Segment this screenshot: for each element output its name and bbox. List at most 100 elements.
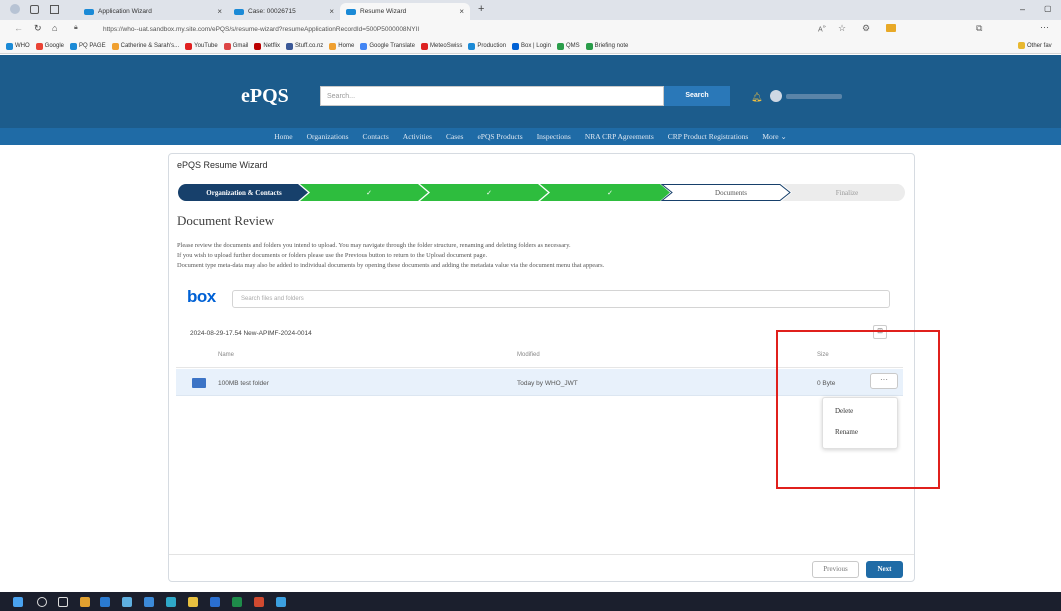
bookmark-item[interactable]: Gmail [223, 42, 248, 50]
nav-cases[interactable]: Cases [446, 132, 464, 141]
lock-icon: 🔒︎ [74, 24, 78, 31]
new-tab-button[interactable]: + [478, 3, 484, 15]
global-search-input[interactable]: Search... [320, 86, 664, 106]
step-label-organization: Organization & Contacts [206, 188, 282, 197]
minimize-icon[interactable]: – [1020, 4, 1025, 14]
bookmark-label: MeteoSwiss [430, 43, 463, 49]
bookmark-item[interactable]: QMS [556, 42, 580, 50]
bookmark-item[interactable]: Home [329, 42, 355, 50]
description-line: If you wish to upload further documents … [177, 252, 488, 259]
box-search-input[interactable]: Search files and folders [232, 290, 890, 308]
nav-organizations[interactable]: Organizations [307, 132, 349, 141]
bookmark-icon [223, 42, 231, 50]
app-icon[interactable] [144, 597, 154, 607]
bookmark-item[interactable]: WHO [6, 42, 30, 50]
nav-crp-product-registrations[interactable]: CRP Product Registrations [668, 132, 749, 141]
app-icon[interactable] [254, 597, 264, 607]
tab-application-wizard[interactable]: Application Wizard × [78, 3, 228, 20]
nav-inspections[interactable]: Inspections [537, 132, 571, 141]
outlook-icon[interactable] [210, 597, 220, 607]
bookmark-item[interactable]: MeteoSwiss [421, 42, 463, 50]
bookmark-icon [111, 42, 119, 50]
bookmark-item[interactable]: Netflix [254, 42, 281, 50]
folder-breadcrumb[interactable]: 2024-08-29-17.54 New-APIMF-2024-0014 [190, 330, 312, 337]
refresh-icon[interactable]: ↻ [34, 23, 42, 34]
url-field[interactable]: https://who--uat.sandbox.my.site.com/ePQ… [95, 23, 795, 36]
nav-epqs-products[interactable]: ePQS Products [477, 132, 522, 141]
footer-divider [169, 554, 914, 555]
app-icon[interactable] [100, 597, 110, 607]
close-tab-icon[interactable]: × [217, 7, 222, 16]
next-button[interactable]: Next [866, 561, 903, 578]
column-header-name[interactable]: Name [218, 352, 234, 358]
step-label-finalize: Finalize [835, 188, 859, 197]
previous-button[interactable]: Previous [812, 561, 859, 578]
file-explorer-icon[interactable] [188, 597, 198, 607]
epqs-logo[interactable]: ePQS [241, 85, 289, 108]
nav-nra-crp-agreements[interactable]: NRA CRP Agreements [585, 132, 654, 141]
close-tab-icon[interactable]: × [329, 7, 334, 16]
workspaces-icon[interactable] [30, 5, 39, 14]
bookmark-icon [70, 42, 78, 50]
read-aloud-icon[interactable]: A» [818, 24, 826, 33]
search-button[interactable]: Search [664, 86, 730, 106]
bookmark-item[interactable]: Google [35, 42, 65, 50]
bookmark-label: PQ PAGE [79, 43, 106, 49]
edge-icon[interactable] [166, 597, 176, 607]
excel-icon[interactable] [232, 597, 242, 607]
bookmark-item[interactable]: Production [468, 42, 506, 50]
bookmark-item[interactable]: PQ PAGE [70, 42, 106, 50]
task-view-icon[interactable] [58, 597, 68, 607]
bookmark-item[interactable]: Google Translate [360, 42, 415, 50]
bookmark-item[interactable]: Box | Login [512, 42, 551, 50]
bookmark-label: Google [44, 43, 65, 49]
start-icon[interactable] [13, 597, 23, 607]
back-icon[interactable]: ← [14, 23, 23, 33]
favorite-star-icon[interactable]: ☆ [838, 23, 846, 34]
salesforce-icon [234, 8, 244, 15]
bookmark-label: Home [338, 43, 355, 49]
nav-more[interactable]: More ⌄ [762, 132, 786, 141]
folder-icon [1018, 42, 1025, 49]
tab-case[interactable]: Case: 00026715 × [228, 3, 340, 20]
extensions-icon[interactable]: ⚙ [862, 23, 870, 34]
app-icon[interactable] [122, 597, 132, 607]
tab-actions-icon[interactable] [50, 5, 59, 14]
nav-home[interactable]: Home [274, 132, 292, 141]
nav-contacts[interactable]: Contacts [363, 132, 389, 141]
folder-extension-icon[interactable] [886, 24, 896, 32]
other-favorites[interactable]: Other fav [1018, 42, 1052, 49]
bookmark-label: YouTube [194, 43, 218, 49]
more-icon[interactable]: ··· [1040, 22, 1049, 32]
home-icon[interactable]: ⌂ [52, 23, 57, 33]
search-icon[interactable] [37, 597, 47, 607]
bookmark-icon [254, 42, 262, 50]
bookmark-icon [329, 42, 337, 50]
tab-resume-wizard[interactable]: Resume Wizard × [340, 3, 470, 20]
notification-bell-icon[interactable]: 🔔︎ [751, 92, 762, 103]
bookmark-item[interactable]: Briefing note [585, 42, 628, 50]
row-name[interactable]: 100MB test folder [218, 380, 269, 387]
user-avatar[interactable] [770, 90, 782, 102]
column-header-modified[interactable]: Modified [517, 352, 540, 358]
bookmark-item[interactable]: Stuff.co.nz [286, 42, 324, 50]
app-icon[interactable] [276, 597, 286, 607]
user-name-redacted[interactable] [786, 94, 842, 99]
check-icon: ✓ [607, 188, 613, 197]
window-icon[interactable]: ▢ [1044, 4, 1052, 13]
close-tab-icon[interactable]: × [459, 7, 464, 16]
bookmark-icon [185, 42, 193, 50]
bookmark-icon [35, 42, 43, 50]
bookmark-label: Box | Login [521, 43, 551, 49]
bookmark-label: Stuff.co.nz [295, 43, 324, 49]
app-icon[interactable] [80, 597, 90, 607]
bookmark-label: Catherine & Sarah's... [120, 43, 180, 49]
profile-icon[interactable] [10, 4, 20, 14]
bookmark-item[interactable]: YouTube [185, 42, 218, 50]
bookmark-icon [286, 42, 294, 50]
nav-activities[interactable]: Activities [403, 132, 432, 141]
collections-icon[interactable]: ⧉ [976, 23, 982, 34]
bookmark-label: Netflix [263, 43, 281, 49]
bookmark-item[interactable]: Catherine & Sarah's... [111, 42, 180, 50]
bookmark-icon [468, 42, 476, 50]
